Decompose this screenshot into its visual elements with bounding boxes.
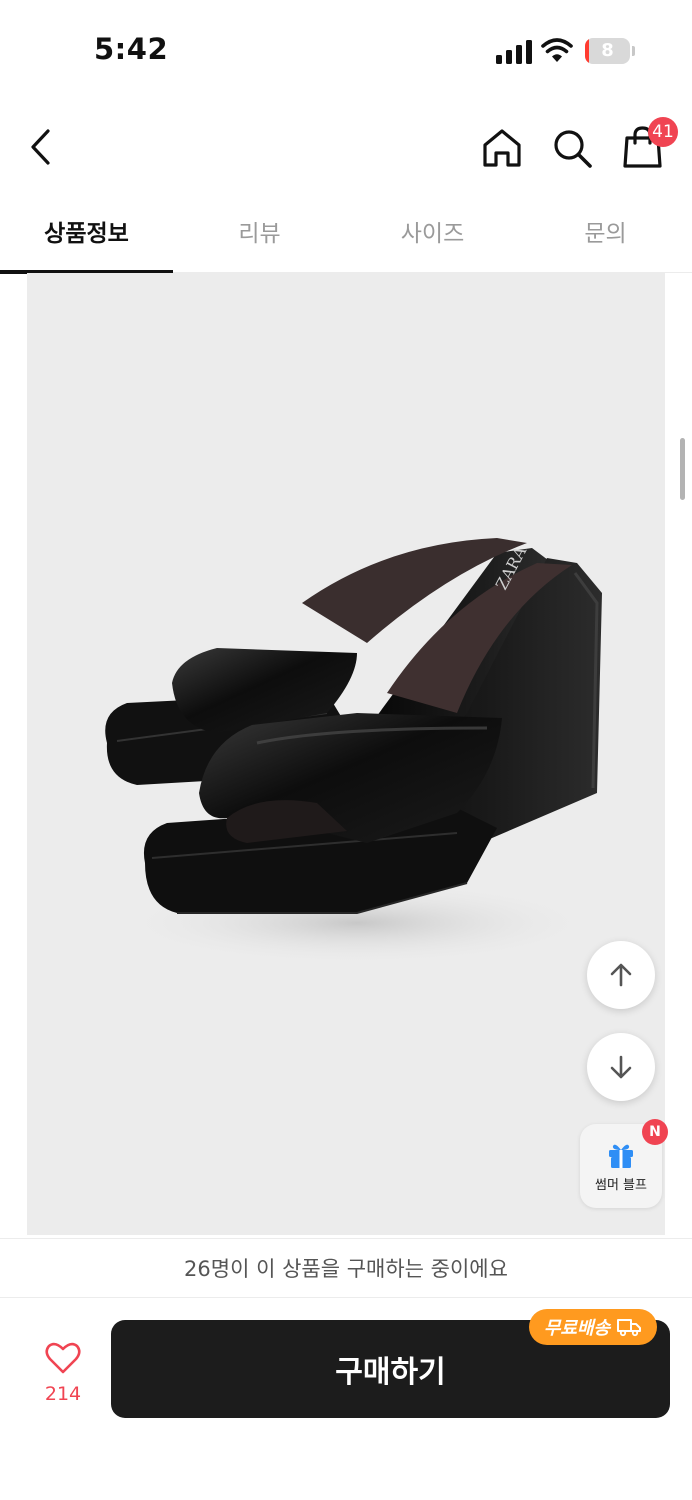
tab-product-info[interactable]: 상품정보 [0,195,173,274]
bottom-action-bar: 214 구매하기 무료배송 [0,1299,692,1500]
like-count: 214 [44,1383,82,1405]
home-button[interactable] [478,124,526,172]
wedge-sandals-illustration: ZARA [105,538,602,965]
page-scrollbar[interactable] [680,438,685,500]
free-shipping-badge: 무료배송 [529,1309,657,1345]
free-shipping-label: 무료배송 [543,1318,611,1339]
home-icon [483,129,521,167]
gift-label: 썸머 블프 [595,1178,647,1193]
wifi-icon [541,38,573,62]
tab-inquiry[interactable]: 문의 [519,195,692,273]
gift-icon [609,1144,633,1168]
product-image: ZARA [27,273,665,1235]
battery-tip [632,46,635,56]
status-time: 5:42 [94,32,169,66]
back-button[interactable] [18,124,64,170]
delivery-truck-icon [617,1319,642,1337]
back-arrow-icon [31,129,50,165]
purchase-activity-notice: 26명이 이 상품을 구매하는 중이에요 [0,1238,692,1298]
like-button[interactable]: 214 [30,1339,96,1411]
top-nav-bar [0,100,692,195]
cellular-signal-icon [496,40,532,64]
cart-count-badge: 41 [648,117,678,147]
product-tabs: 상품정보 리뷰 사이즈 문의 [0,195,692,274]
heart-icon [45,1342,81,1374]
arrow-down-icon [610,1055,632,1079]
battery-indicator: 8 [585,38,635,64]
scroll-to-top-button[interactable] [587,941,655,1009]
scroll-to-bottom-button[interactable] [587,1033,655,1101]
tab-size[interactable]: 사이즈 [346,195,519,273]
battery-body: 8 [585,38,630,64]
search-icon [554,130,592,168]
status-bar: 5:42 8 [0,0,692,100]
tab-reviews[interactable]: 리뷰 [173,195,346,273]
new-badge: N [642,1119,668,1145]
search-button[interactable] [548,124,596,172]
arrow-up-icon [610,963,632,987]
battery-level: 8 [601,40,614,61]
